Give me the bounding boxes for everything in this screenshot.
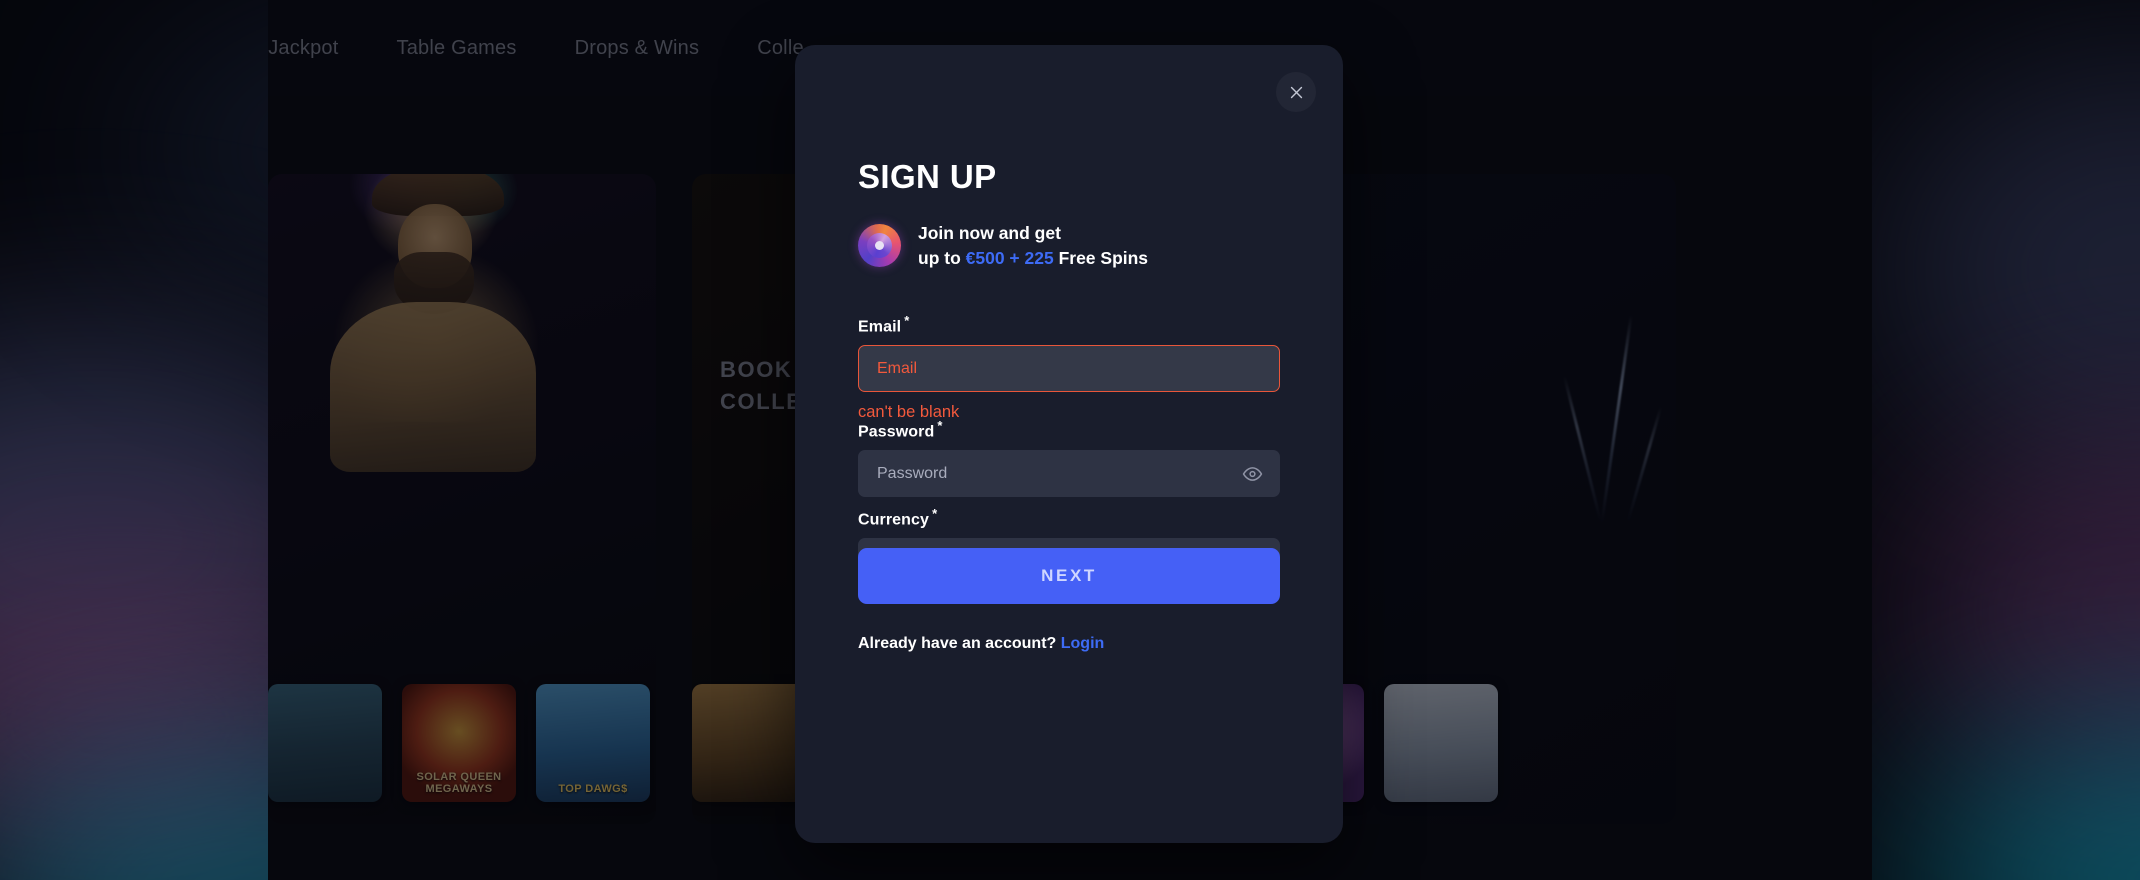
promo-banner: Join now and get up to €500 + 225 Free S…: [858, 221, 1148, 271]
backdrop-glow: [1880, 60, 2140, 480]
email-label: Email *: [858, 313, 1280, 336]
promo-text: Join now and get up to €500 + 225 Free S…: [918, 221, 1148, 271]
email-input[interactable]: [858, 345, 1280, 393]
login-prompt: Already have an account? Login: [858, 635, 1104, 653]
login-link[interactable]: Login: [1061, 635, 1105, 652]
eye-icon[interactable]: [1242, 463, 1263, 484]
signup-modal: SIGN UP Join now and get up to €500 + 22…: [795, 45, 1343, 843]
promo-amount: €500 + 225: [965, 247, 1054, 268]
promo-line-2: up to €500 + 225 Free Spins: [918, 246, 1148, 271]
password-input[interactable]: [858, 450, 1280, 498]
promo-prefix: up to: [918, 247, 966, 268]
spiral-logo-icon: [858, 224, 901, 268]
email-label-text: Email: [858, 318, 902, 336]
required-marker: *: [932, 506, 938, 521]
required-marker: *: [904, 313, 910, 328]
currency-label-text: Currency: [858, 511, 930, 529]
currency-label: Currency *: [858, 506, 1280, 529]
password-label: Password *: [858, 418, 1280, 441]
password-label-text: Password: [858, 423, 935, 441]
required-marker: *: [937, 418, 943, 433]
promo-suffix: Free Spins: [1053, 247, 1149, 268]
password-field-group: Password *: [858, 418, 1280, 498]
login-prompt-text: Already have an account?: [858, 635, 1057, 652]
page-title: SIGN UP: [858, 158, 997, 195]
email-field-group: Email* can't be blank: [858, 313, 1280, 422]
promo-line-1: Join now and get: [918, 223, 1061, 243]
close-icon[interactable]: [1276, 72, 1316, 112]
next-button[interactable]: NEXT: [858, 548, 1280, 604]
